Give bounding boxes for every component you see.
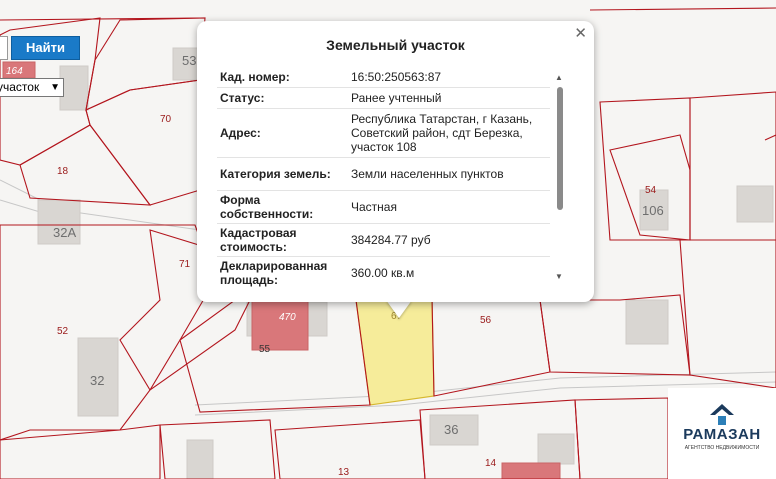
building-number: 470 [279,312,296,323]
info-key: Кад. номер: [220,70,290,84]
building-number: 36 [444,422,458,437]
search-input[interactable] [0,36,8,60]
building [537,433,575,465]
info-row: Адрес: Республика Татарстан, г Казань, С… [217,109,550,158]
chevron-down-icon: ▼ [50,82,60,93]
road-line [0,179,201,231]
plot-boundary[interactable] [19,124,152,206]
info-value: Ранее учтенный [351,91,442,105]
scroll-thumb[interactable] [557,87,563,210]
building [186,439,214,479]
find-button[interactable]: Найти [11,36,80,60]
building-number: 164 [6,66,23,77]
info-key: Декларированная площадь: [220,259,328,287]
info-key: Категория земель: [220,167,331,181]
info-row: Кад. номер: 16:50:250563:87 [217,67,550,88]
building-number: 106 [642,203,664,218]
info-key: Адрес: [220,126,261,140]
object-type-select[interactable]: участок ▼ [0,78,64,97]
popup-title: Земельный участок [326,37,465,53]
plot-boundary[interactable] [679,239,776,389]
object-type-selected: участок [0,80,40,94]
plot-number: 13 [338,467,350,478]
agency-logo: РАМАЗАН АГЕНТСТВО НЕДВИЖИМОСТИ [668,388,776,479]
plot-boundary[interactable] [0,424,161,479]
building-number: 32А [53,225,76,240]
info-value: 384284.77 руб [351,233,431,247]
scroll-up-icon[interactable]: ▲ [555,73,563,82]
plot-boundary [764,134,776,141]
popup-scrollbar[interactable]: ▲ ▼ [555,73,565,281]
plot-number: 54 [645,185,657,196]
building [736,185,774,223]
info-key: Кадастровая стоимость: [220,226,297,254]
logo-mark-icon [710,404,734,425]
plot-number: 56 [480,315,492,326]
info-row: Статус: Ранее учтенный [217,88,550,109]
plot-number: 71 [179,259,191,270]
info-key: Статус: [220,91,265,105]
building-number: 53 [182,53,196,68]
plot-boundary[interactable] [274,419,426,479]
info-value: 360.00 кв.м [351,266,415,280]
popup-pointer [386,300,412,318]
building-number: 32 [90,373,104,388]
plot-boundary[interactable] [159,419,276,479]
building-number: 55 [259,344,271,355]
logo-tagline: АГЕНТСТВО НЕДВИЖИМОСТИ [684,445,760,451]
plot-boundary[interactable] [431,289,551,397]
info-value: 16:50:250563:87 [351,70,442,84]
building [59,65,89,111]
plot-number: 14 [485,458,497,469]
info-row: Декларированная площадь: 360.00 кв.м [217,257,550,289]
building [625,299,669,345]
info-row: Кадастровая стоимость: 384284.77 руб [217,224,550,257]
plot-number: 52 [57,326,69,337]
info-row: Форма собственности: Частная [217,191,550,224]
info-value: Частная [351,200,397,214]
info-key: Форма собственности: [220,193,314,221]
plot-boundary[interactable] [574,397,669,479]
plot-number: 18 [57,166,69,177]
scroll-down-icon[interactable]: ▼ [555,272,563,281]
plot-info-popup: ✕ Земельный участок Кад. номер: 16:50:25… [197,21,594,302]
info-value: Республика Татарстан, г Казань, Советски… [351,112,533,154]
building [501,462,561,479]
plot-number: 70 [160,114,172,125]
info-table: Кад. номер: 16:50:250563:87 Статус: Ране… [217,67,550,289]
info-value: Земли населенных пунктов [351,167,504,181]
building [251,299,309,351]
plot-boundary [589,7,776,11]
logo-name: РАМАЗАН [683,426,761,443]
info-row: Категория земель: Земли населенных пункт… [217,158,550,191]
